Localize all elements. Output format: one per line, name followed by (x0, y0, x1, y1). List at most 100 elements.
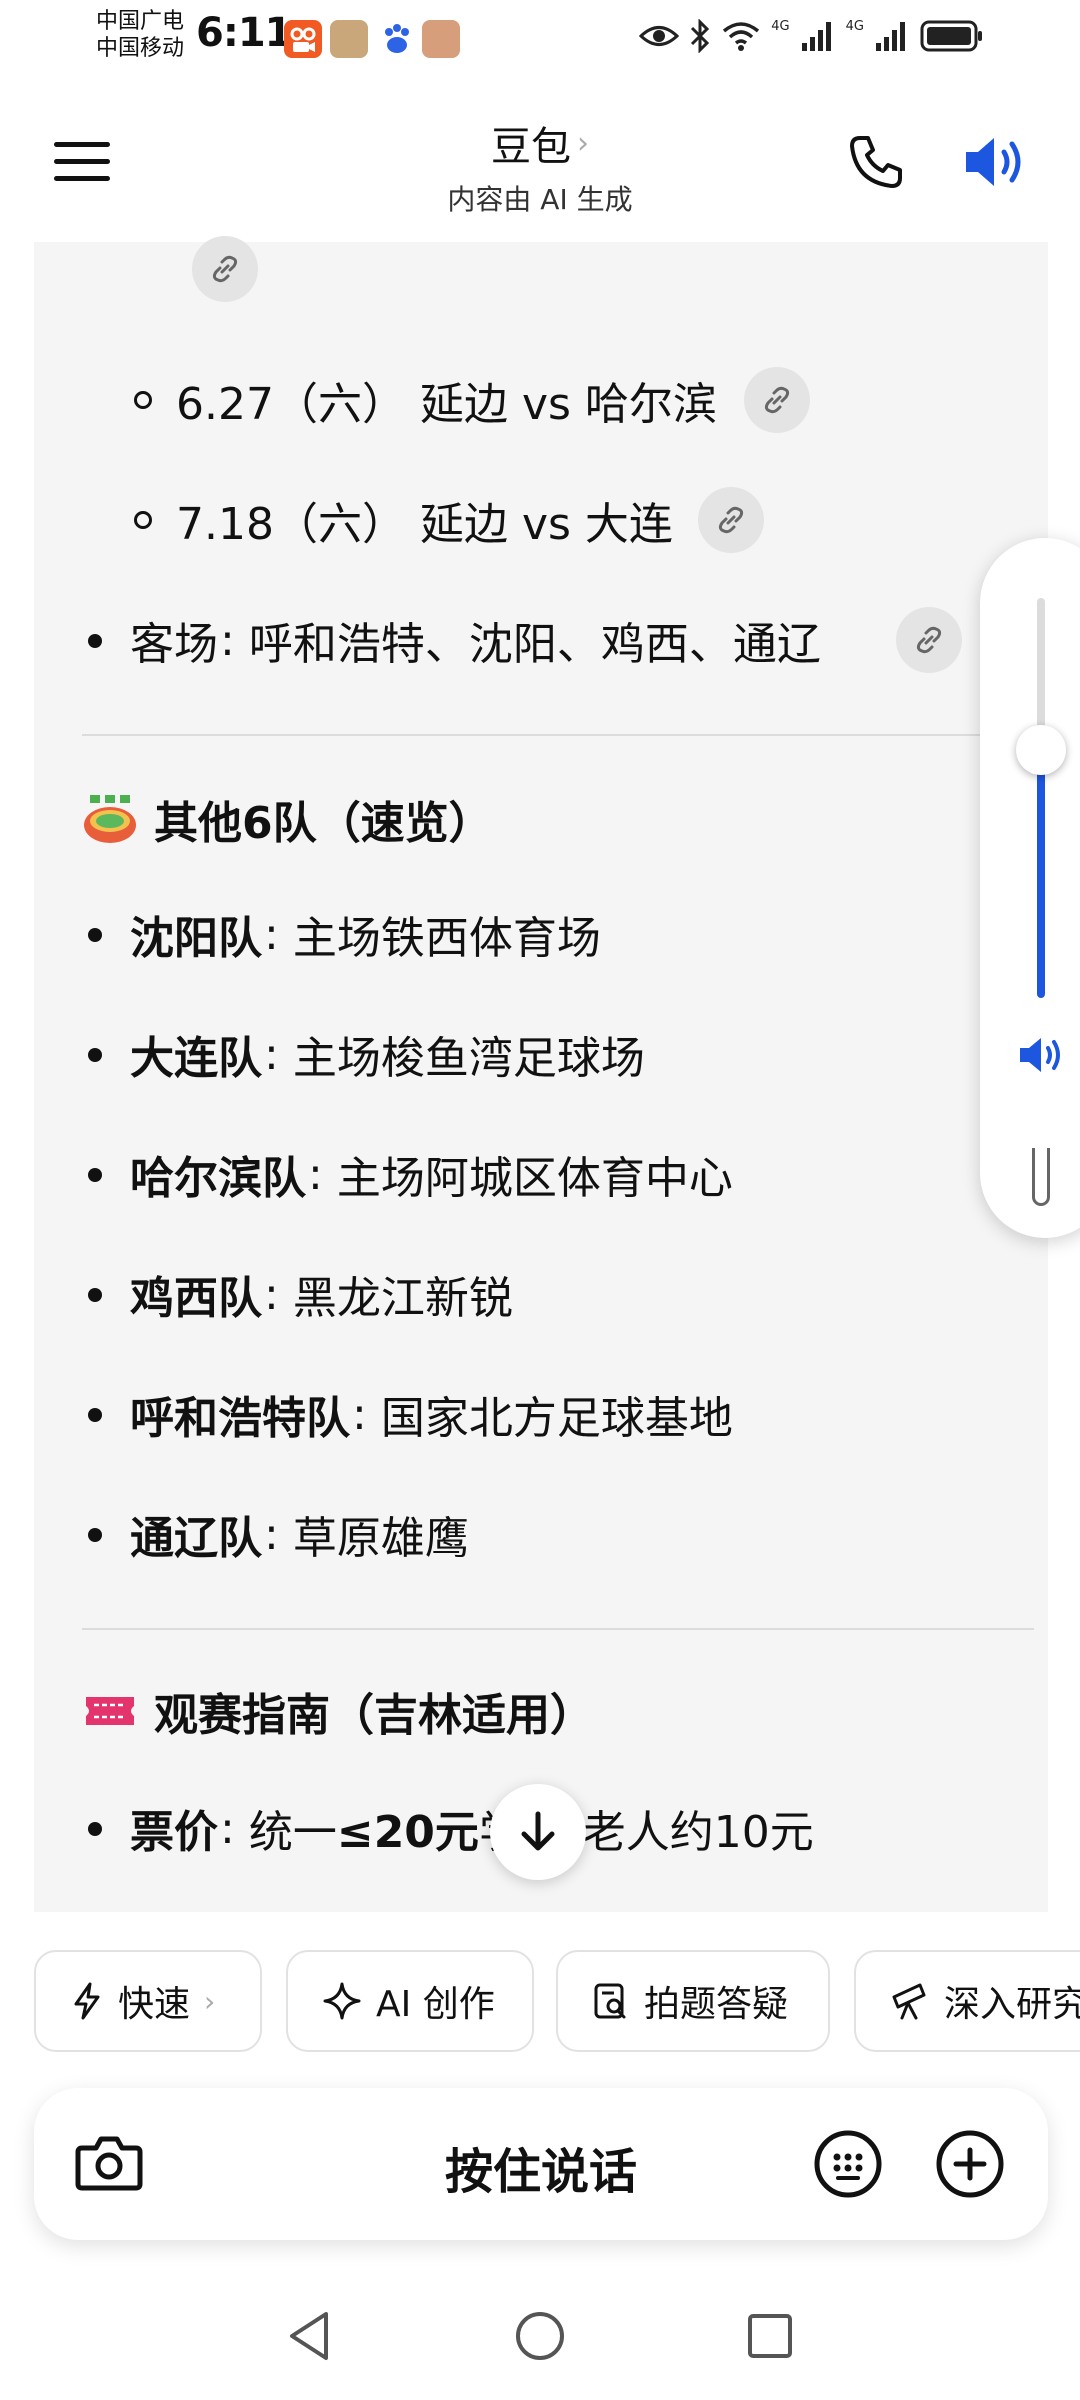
quick-action-chips: 快速 › AI 创作 拍题答疑 深入研究 (34, 1950, 1080, 2054)
plus-icon (936, 2130, 1004, 2198)
ticket-label: 票价 (130, 1807, 218, 1858)
emoji-keyboard-button[interactable] (812, 2128, 884, 2200)
phone-call-button[interactable] (846, 132, 906, 192)
team-name: 哈尔滨队 (130, 1153, 306, 1204)
battery-icon (920, 20, 982, 52)
add-button[interactable] (934, 2128, 1006, 2200)
network-type-2: 4G (845, 18, 864, 34)
nav-back-button[interactable] (282, 2308, 338, 2364)
section-title-guide-text: 观赛指南（吉林适用） (154, 1690, 594, 1741)
stadium-icon (84, 795, 136, 843)
section-title-guide: 观赛指南（吉林适用） (82, 1678, 594, 1744)
hold-to-talk-button[interactable]: 按住说话 (34, 2132, 1048, 2202)
volume-slider-thumb[interactable] (1016, 725, 1066, 775)
source-link-button[interactable] (192, 236, 258, 302)
bullet-icon (88, 1288, 102, 1302)
chip-photo-qa-label: 拍题答疑 (644, 1984, 789, 2025)
speaker-icon (966, 138, 1021, 186)
bullet-icon (88, 1528, 102, 1542)
chip-photo-qa[interactable]: 拍题答疑 (556, 1950, 830, 2052)
bluetooth-icon (691, 19, 710, 53)
away-item: 客场 : 呼和浩特、沈阳、鸡西、通辽 (130, 610, 821, 671)
chat-header: 豆包 › 内容由 AI 生成 (0, 100, 1080, 220)
team-item: 大连队 : 主场梭鱼湾足球场 (130, 1024, 645, 1085)
lightning-icon (74, 1982, 100, 2020)
chip-ai-create-label: AI 创作 (376, 1984, 495, 2025)
triangle-back-icon (290, 2312, 328, 2360)
team-desc: 草原雄鹰 (292, 1513, 469, 1564)
section-divider (82, 734, 1012, 736)
team-name: 鸡西队 (130, 1273, 262, 1324)
network-type-1: 4G (771, 18, 790, 34)
status-time: 6:11 (196, 10, 292, 56)
sparkle-icon (323, 1982, 361, 2020)
title-area[interactable]: 豆包 › 内容由 AI 生成 (0, 114, 1080, 218)
page-title: 豆包 (491, 124, 571, 170)
input-bar: 按住说话 (34, 2088, 1048, 2240)
team-item: 沈阳队 : 主场铁西体育场 (130, 904, 601, 965)
status-icons: 4G 4G (639, 14, 984, 58)
signal-icon-2 (876, 22, 905, 51)
source-link-button[interactable] (698, 487, 764, 553)
team-desc: 主场阿城区体育中心 (336, 1153, 733, 1204)
chip-deep-research-label: 深入研究 (944, 1984, 1080, 2025)
chip-deep-research[interactable]: 深入研究 (854, 1950, 1080, 2052)
team-item: 通辽队 : 草原雄鹰 (130, 1504, 469, 1565)
source-link-button[interactable] (744, 367, 810, 433)
scroll-to-bottom-button[interactable] (490, 1784, 586, 1880)
keyboard-face-icon (814, 2130, 882, 2198)
team-name: 通辽队 (130, 1513, 262, 1564)
volume-expand-handle[interactable] (1032, 1148, 1050, 1206)
chip-fast[interactable]: 快速 › (34, 1950, 262, 2052)
match-text-2: 7.18（六） 延边 vs 大连 (176, 499, 673, 550)
nav-home-button[interactable] (512, 2308, 568, 2364)
bullet-icon (88, 1408, 102, 1422)
section-title-others-text: 其他6队（速览） (154, 798, 493, 849)
team-name: 大连队 (130, 1033, 262, 1084)
link-icon (916, 626, 942, 654)
ticket-icon (86, 1697, 134, 1725)
section-title-others: 其他6队（速览） (82, 786, 493, 852)
source-link-button[interactable] (896, 607, 962, 673)
team-name: 沈阳队 (130, 913, 262, 964)
carrier-1: 中国广电 (96, 9, 185, 34)
chevron-right-icon: › (577, 125, 589, 161)
nav-recents-button[interactable] (742, 2308, 798, 2364)
team-desc: 国家北方足球基地 (380, 1393, 733, 1444)
bullet-icon (88, 928, 102, 942)
status-bar: 中国广电 中国移动 6:11 4G 4G (0, 0, 1080, 80)
ticket-bold: ≤20元 (336, 1807, 479, 1858)
team-item: 呼和浩特队 : 国家北方足球基地 (130, 1384, 733, 1445)
chip-fast-label: 快速 (118, 1984, 191, 2025)
chevron-right-icon: › (204, 1984, 216, 2018)
volume-panel (980, 538, 1080, 1238)
ticket-prefix: 统一 (248, 1807, 337, 1858)
kuaishou-app-icon (284, 20, 322, 58)
bullet-icon (88, 1822, 102, 1836)
away-value: 呼和浩特、沈阳、鸡西、通辽 (248, 619, 821, 670)
chip-ai-create[interactable]: AI 创作 (286, 1950, 534, 2052)
system-nav-bar (0, 2290, 1080, 2380)
sub-bullet-icon (134, 391, 152, 409)
link-icon (764, 386, 790, 414)
team-desc: 黑龙江新锐 (292, 1273, 513, 1324)
link-icon (718, 506, 744, 534)
link-icon (212, 255, 238, 283)
team-desc: 主场梭鱼湾足球场 (292, 1033, 645, 1084)
arrow-down-icon (521, 1811, 555, 1851)
volume-icon[interactable] (1016, 1033, 1068, 1077)
team-item: 鸡西队 : 黑龙江新锐 (130, 1264, 513, 1325)
ticket-price-item: 票价 : 统一 ≤20元 学生/老人约10元 (130, 1798, 814, 1859)
speaker-button[interactable] (960, 130, 1030, 194)
sub-bullet-icon (134, 511, 152, 529)
baidu-app-icon (378, 20, 416, 58)
answer-card: 6.27（六） 延边 vs 哈尔滨 7.18（六） 延边 vs 大连 客场 : … (34, 236, 1048, 1912)
section-divider (82, 1628, 1034, 1630)
carrier-2: 中国移动 (96, 36, 185, 61)
volume-slider[interactable] (1037, 598, 1045, 998)
bullet-icon (88, 1048, 102, 1062)
bullet-icon (88, 634, 102, 648)
bullet-icon (88, 1168, 102, 1182)
square-recents-icon (748, 2314, 792, 2358)
app-notification-icon (330, 20, 368, 58)
